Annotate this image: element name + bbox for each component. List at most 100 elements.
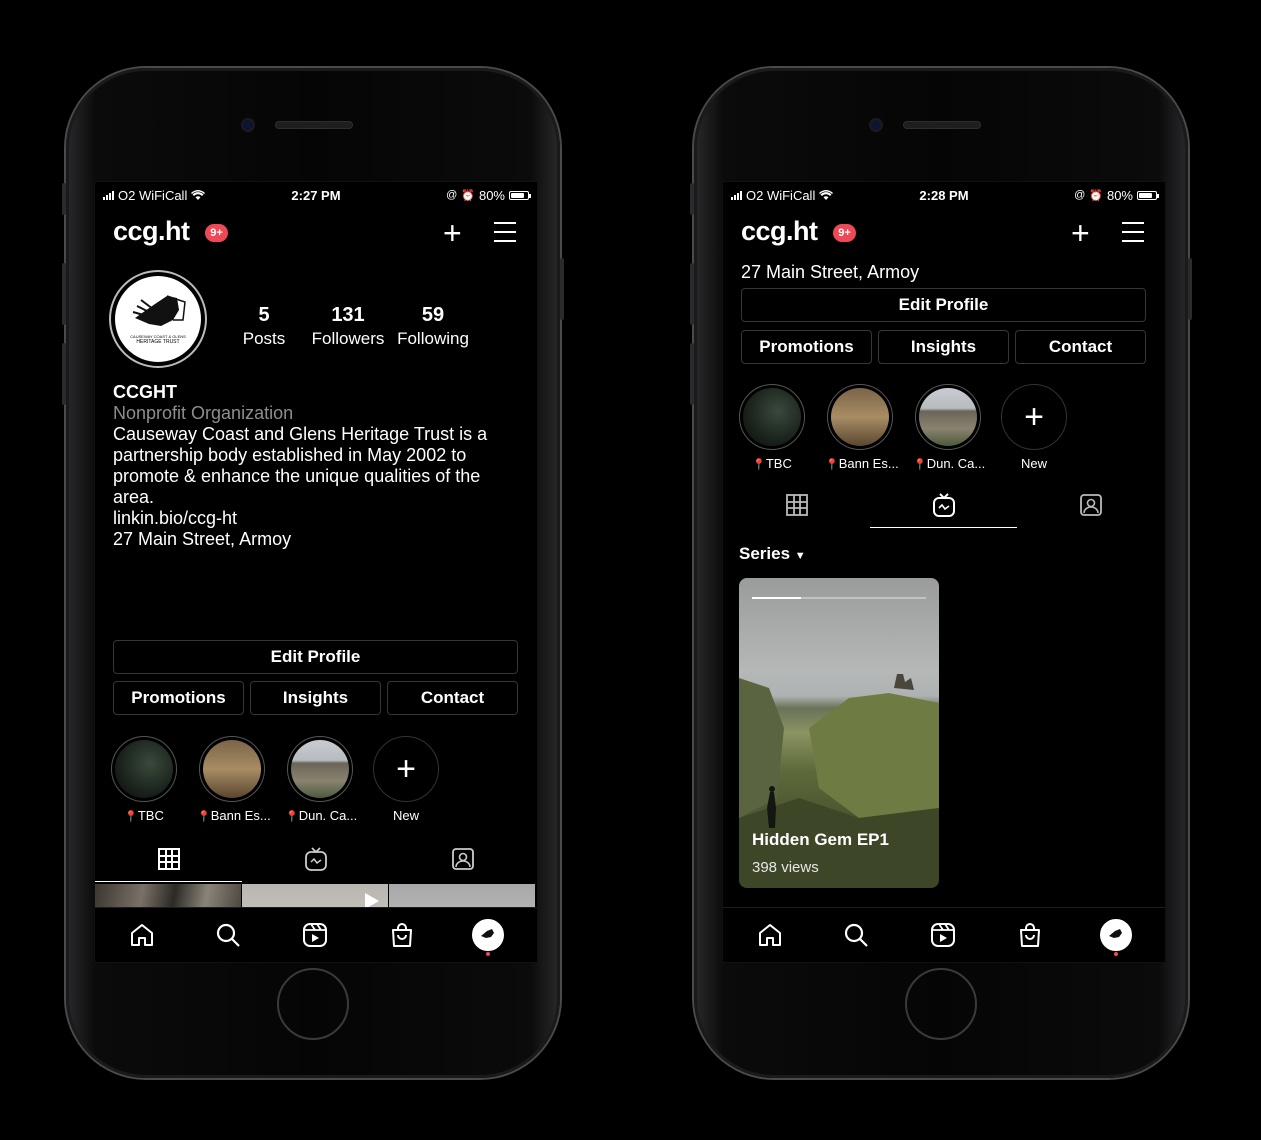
reels-tab[interactable]	[298, 918, 332, 952]
tab-grid[interactable]	[95, 838, 242, 880]
series-dropdown[interactable]: Series ▼	[739, 544, 806, 564]
posts-label: Posts	[242, 329, 286, 348]
front-camera	[243, 120, 253, 130]
highlight-label: Dun. Ca...	[298, 808, 358, 823]
logo-fern-icon	[1109, 929, 1122, 938]
followers-label: Followers	[311, 329, 385, 348]
logo-caption-2: HERITAGE TRUST	[136, 339, 180, 345]
profile-tab[interactable]	[471, 918, 505, 952]
story-highlight-dun[interactable]: 📍Dun. Ca...	[285, 736, 358, 823]
profile-activity-dot	[1114, 952, 1118, 956]
edit-profile-button[interactable]: Edit Profile	[741, 288, 1146, 322]
promotions-button[interactable]: Promotions	[741, 330, 872, 364]
story-highlight-bann[interactable]: 📍Bann Es...	[825, 384, 899, 471]
logo-fern-icon	[481, 929, 494, 938]
phone-left: O2 WiFiCall 2:27 PM @ ⏰ 80% ccg.ht 9+ +	[62, 68, 564, 1078]
highlight-label: TBC	[765, 456, 792, 471]
tab-tagged[interactable]	[1017, 484, 1164, 526]
caret-down-icon: ▼	[794, 550, 806, 562]
notification-badge[interactable]: 9+	[833, 224, 856, 242]
tagged-person-icon	[1079, 494, 1102, 516]
mute-switch	[62, 183, 66, 215]
story-highlight-dun[interactable]: 📍Dun. Ca...	[913, 384, 986, 471]
username[interactable]: ccg.ht	[113, 216, 190, 247]
notification-badge[interactable]: 9+	[205, 224, 228, 242]
progress-track	[752, 597, 926, 599]
reels-tab[interactable]	[926, 918, 960, 952]
create-plus-icon[interactable]: +	[443, 217, 462, 249]
search-tab[interactable]	[839, 918, 873, 952]
battery-percent: 80%	[478, 187, 505, 203]
highlight-label: New	[392, 808, 419, 823]
shopping-bag-icon	[1020, 923, 1040, 947]
pin-icon: 📍	[752, 459, 766, 471]
phone-right: O2 WiFiCall 2:28 PM @ ⏰ 80% ccg.ht 9+ + …	[690, 68, 1192, 1078]
reels-icon	[931, 923, 955, 947]
video-title: Hidden Gem EP1	[752, 830, 889, 849]
highlight-label: Bann Es...	[838, 456, 899, 471]
profile-avatar[interactable]: CAUSEWAY COAST & GLENS HERITAGE TRUST	[109, 270, 207, 368]
search-tab[interactable]	[211, 918, 245, 952]
igtv-video-card[interactable]: Hidden Gem EP1 398 views	[739, 578, 939, 888]
bio-text: Causeway Coast and Glens Heritage Trust …	[113, 424, 488, 507]
story-highlight-bann[interactable]: 📍Bann Es...	[197, 736, 271, 823]
home-tab[interactable]	[125, 918, 159, 952]
earpiece-speaker	[904, 122, 980, 128]
reels-icon	[303, 923, 327, 947]
highlight-label: TBC	[137, 808, 164, 823]
followers-stat[interactable]: 131 Followers	[309, 304, 387, 349]
contact-button[interactable]: Contact	[387, 681, 518, 715]
create-plus-icon[interactable]: +	[1071, 217, 1090, 249]
location-icon: @	[446, 189, 458, 201]
story-highlight-new[interactable]: + New	[371, 736, 441, 823]
tagged-person-icon	[451, 848, 474, 870]
tab-tagged[interactable]	[389, 838, 536, 880]
bottom-nav	[95, 907, 537, 962]
bottom-nav	[723, 907, 1165, 962]
menu-icon[interactable]	[494, 222, 516, 249]
home-button[interactable]	[277, 968, 349, 1040]
profile-tab[interactable]	[1099, 918, 1133, 952]
profile-header: ccg.ht 9+ +	[95, 210, 537, 254]
pin-icon: 📍	[825, 459, 839, 471]
highlight-thumb-ruin	[291, 740, 349, 798]
highlight-label: Dun. Ca...	[926, 456, 986, 471]
shop-tab[interactable]	[385, 918, 419, 952]
add-highlight-plus-icon: +	[1024, 398, 1044, 436]
tab-igtv[interactable]	[242, 838, 389, 880]
menu-icon[interactable]	[1122, 222, 1144, 249]
posts-stat[interactable]: 5 Posts	[241, 304, 287, 349]
bio-link[interactable]: linkin.bio/ccg-ht	[113, 508, 523, 529]
bio-address[interactable]: 27 Main Street, Armoy	[113, 529, 523, 550]
tab-grid[interactable]	[723, 484, 870, 526]
bio: CCGHT Nonprofit Organization Causeway Co…	[113, 382, 523, 550]
active-tab-indicator	[870, 526, 1017, 528]
insights-button[interactable]: Insights	[878, 330, 1009, 364]
igtv-icon	[304, 847, 327, 871]
shop-tab[interactable]	[1013, 918, 1047, 952]
highlight-thumb-rope	[831, 388, 889, 446]
home-tab[interactable]	[753, 918, 787, 952]
home-icon	[131, 924, 153, 946]
battery-percent: 80%	[1106, 187, 1133, 203]
highlight-label: Bann Es...	[210, 808, 271, 823]
story-highlight-tbc[interactable]: 📍TBC	[737, 384, 807, 471]
following-stat[interactable]: 59 Following	[393, 304, 473, 349]
story-highlight-tbc[interactable]: 📍TBC	[109, 736, 179, 823]
edit-profile-button[interactable]: Edit Profile	[113, 640, 518, 674]
tab-igtv[interactable]	[870, 484, 1017, 526]
power-button	[560, 258, 564, 320]
home-button[interactable]	[905, 968, 977, 1040]
volume-down-button	[690, 343, 694, 405]
bio-address[interactable]: 27 Main Street, Armoy	[741, 262, 919, 283]
pin-icon: 📍	[913, 459, 927, 471]
promotions-button[interactable]: Promotions	[113, 681, 244, 715]
volume-up-button	[62, 263, 66, 325]
highlight-thumb-fern	[743, 388, 801, 446]
username[interactable]: ccg.ht	[741, 216, 818, 247]
contact-button[interactable]: Contact	[1015, 330, 1146, 364]
status-bar: O2 WiFiCall 2:27 PM @ ⏰ 80%	[95, 182, 537, 208]
insights-button[interactable]: Insights	[250, 681, 381, 715]
story-highlight-new[interactable]: + New	[999, 384, 1069, 471]
power-button	[1188, 258, 1192, 320]
